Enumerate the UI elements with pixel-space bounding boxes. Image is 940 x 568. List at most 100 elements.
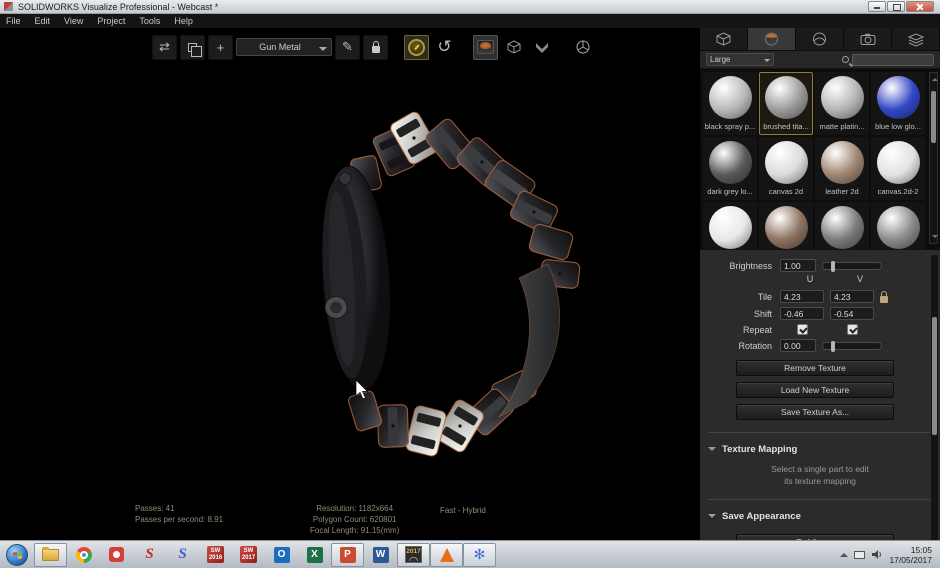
turntable-icon: ↺ [437,37,452,56]
scroll-down-icon[interactable] [932,235,938,241]
tile-label: Tile [757,291,772,302]
lock-button[interactable] [363,34,388,60]
tile-lock-icon[interactable] [880,290,888,303]
add-appearance-button[interactable]: + [208,34,233,60]
brightness-slider[interactable] [822,260,882,272]
model-mode-button[interactable] [501,35,526,60]
tab-appearances[interactable] [748,28,796,50]
chevron-down-icon [319,46,327,55]
save-texture-as-button[interactable]: Save Texture As... [736,404,894,420]
scrollbar-thumb[interactable] [932,317,937,435]
taskbar-visualize-2017[interactable]: 2017 [397,542,430,567]
scroll-up-icon[interactable] [932,75,938,81]
tile-v-field[interactable] [830,290,874,303]
windows-taskbar: S S SW 2016 SW 2017 O X P W 2017 ✻ 15:05 1… [0,540,940,568]
taskbar-outlook[interactable]: O [265,543,298,567]
scrollbar-thumb[interactable] [931,91,936,143]
tab-models[interactable] [700,28,748,50]
taskbar-word[interactable]: W [364,543,397,567]
menu-tools[interactable]: Tools [139,16,160,26]
tab-environments[interactable] [796,28,844,50]
search-icon [842,56,849,63]
speaker-icon[interactable] [871,549,883,560]
chrome-icon [75,546,92,563]
duplicate-appearance-button[interactable] [180,34,205,60]
material-sphere [876,76,920,119]
menu-project[interactable]: Project [97,16,125,26]
material-thumb[interactable]: matte platin... [815,72,869,135]
material-thumb[interactable]: blue low glo... [871,72,925,135]
taskbar-excel[interactable]: X [298,543,331,567]
app-icon [4,2,13,11]
shift-label: Shift [753,308,772,319]
transfer-appearance-button[interactable]: ⇄ [152,34,177,60]
tab-scenes[interactable] [892,28,940,50]
appearance-library: black spray p... brushed tita... matte p… [700,69,940,250]
properties-scrollbar[interactable] [930,254,939,540]
system-tray: 15:05 17/05/2017 [840,545,940,565]
material-thumb[interactable]: leather 2d [815,137,869,200]
split-mode-button[interactable] [529,35,554,60]
taskbar-sw-2017[interactable]: SW 2017 [232,543,265,567]
taskbar-powerpoint[interactable]: P [331,542,364,567]
rotation-field[interactable] [780,339,816,352]
taskbar-composer[interactable]: ✻ [463,542,496,567]
menu-edit[interactable]: Edit [35,16,51,26]
shift-v-field[interactable] [830,307,874,320]
rotation-slider[interactable] [822,340,882,352]
load-new-texture-button[interactable]: Load New Texture [736,382,894,398]
edit-appearance-button[interactable]: ✎ [335,34,360,60]
menu-view[interactable]: View [64,16,83,26]
appearance-name-dropdown[interactable]: Gun Metal [236,38,332,56]
appearance-part-mode-button[interactable] [473,34,498,60]
close-button[interactable] [906,1,934,12]
taskbar-vlc[interactable] [430,542,463,567]
taskbar-sw-2016[interactable]: SW 2016 [199,543,232,567]
tab-cameras[interactable] [844,28,892,50]
brightness-field[interactable] [780,259,816,272]
watch-face-mode-button[interactable] [404,34,429,60]
render-button[interactable] [570,35,595,60]
texture-mapping-section-header[interactable]: Texture Mapping [708,443,940,455]
passes-per-second: Passes per second: 8.91 [135,515,224,524]
appearance-part-icon [477,40,494,54]
material-thumb[interactable]: canvas.2d-2 [871,137,925,200]
menu-help[interactable]: Help [174,16,193,26]
material-thumb[interactable] [703,202,757,250]
appearance-sphere-icon [765,32,778,46]
material-thumb[interactable]: dark grey lo... [703,137,757,200]
search-input[interactable] [852,53,934,66]
taskbar-solidworks-blue[interactable]: S [166,543,199,567]
tray-expand-icon[interactable] [840,549,849,557]
material-thumb[interactable] [815,202,869,250]
thumbnail-size-dropdown[interactable]: Large [706,53,774,66]
save-appearance-section-header[interactable]: Save Appearance [708,510,940,522]
passes: Passes: 41 [135,504,175,513]
render-stats-center: Resolution: 1182x664 Polygon Count: 6208… [310,503,399,536]
material-thumb[interactable] [871,202,925,250]
remove-texture-button[interactable]: Remove Texture [736,360,894,376]
taskbar-explorer[interactable] [34,542,67,567]
menu-file[interactable]: File [6,16,21,26]
start-button[interactable] [6,543,28,566]
tile-u-field[interactable] [780,290,824,303]
watch-3d-render[interactable] [0,28,700,540]
turntable-button[interactable]: ↺ [432,35,457,60]
visualize-2017-icon: 2017 [405,546,422,563]
taskbar-pin-app[interactable] [100,543,133,567]
taskbar-chrome[interactable] [67,543,100,567]
display-tray-icon[interactable] [854,550,866,559]
taskbar-clock[interactable]: 15:05 17/05/2017 [889,545,932,565]
material-thumb[interactable]: canvas 2d [759,137,813,200]
shift-u-field[interactable] [780,307,824,320]
taskbar-solidworks-red[interactable]: S [133,543,166,567]
material-thumb-selected[interactable]: brushed tita... [759,72,813,135]
material-thumb[interactable]: black spray p... [703,72,757,135]
material-thumb[interactable] [759,202,813,250]
repeat-u-checkbox[interactable] [796,324,808,335]
3d-viewport[interactable]: ⇄ + Gun Metal ✎ ↺ Passes: 41 Passes per … [0,28,700,540]
repeat-v-checkbox[interactable] [846,324,858,335]
maximize-button[interactable] [887,1,905,12]
library-scrollbar[interactable] [929,72,938,244]
minimize-button[interactable] [868,1,886,12]
